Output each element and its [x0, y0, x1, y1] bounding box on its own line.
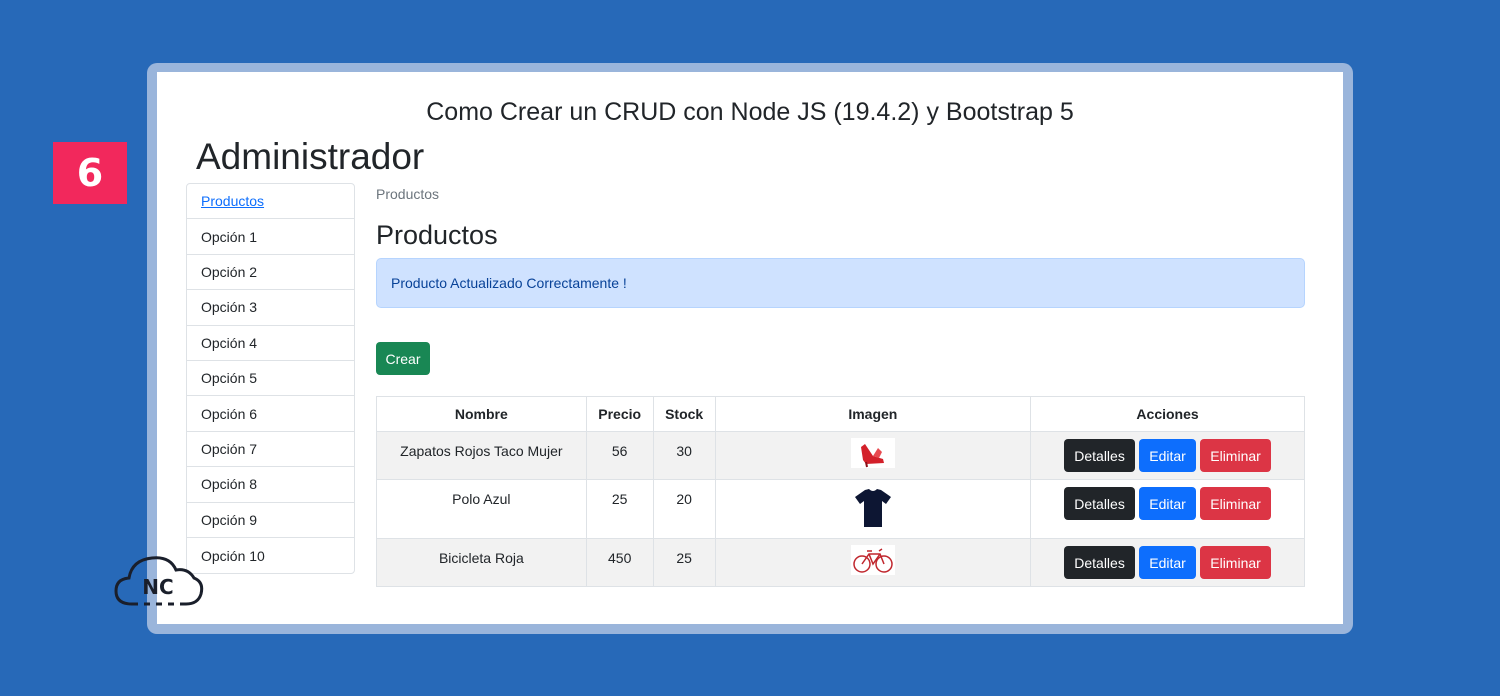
tutorial-title: Como Crear un CRUD con Node JS (19.4.2) …: [426, 98, 1074, 126]
page-title: Productos: [376, 220, 498, 250]
cell-imagen: [714, 479, 1032, 539]
cell-stock: 25: [652, 538, 716, 587]
sidebar-item-opcion-5[interactable]: Opción 5: [187, 361, 354, 397]
cell-imagen: [714, 431, 1032, 480]
cell-stock: 20: [652, 479, 716, 539]
details-button[interactable]: Detalles: [1064, 439, 1136, 472]
delete-button[interactable]: Eliminar: [1200, 439, 1272, 472]
sidebar-item-opcion-3[interactable]: Opción 3: [187, 290, 354, 326]
sidebar-item-opcion-4[interactable]: Opción 4: [187, 326, 354, 361]
success-alert: Producto Actualizado Correctamente !: [376, 258, 1305, 308]
cell-acciones: Detalles Editar Eliminar: [1030, 538, 1305, 587]
delete-button[interactable]: Eliminar: [1200, 487, 1272, 520]
nc-logo-text: NC: [142, 575, 173, 599]
cell-acciones: Detalles Editar Eliminar: [1030, 479, 1305, 539]
sidebar-item-opcion-9[interactable]: Opción 9: [187, 503, 354, 538]
admin-heading: Administrador: [196, 136, 425, 177]
edit-button[interactable]: Editar: [1139, 546, 1197, 579]
cell-nombre: Polo Azul: [376, 479, 587, 539]
sidebar-menu: Productos Opción 1 Opción 2 Opción 3 Opc…: [186, 183, 355, 575]
sidebar-item-opcion-2[interactable]: Opción 2: [187, 255, 354, 291]
column-header-stock: Stock: [652, 396, 716, 432]
cell-nombre: Zapatos Rojos Taco Mujer: [376, 431, 587, 480]
sidebar-item-opcion-10[interactable]: Opción 10: [187, 538, 354, 573]
details-button[interactable]: Detalles: [1064, 546, 1136, 579]
sidebar-item-opcion-1[interactable]: Opción 1: [187, 219, 354, 255]
red-bicycle-image: [850, 545, 895, 575]
table-row: Bicicleta Roja 450 25 Detalles Editar El…: [376, 538, 1305, 587]
blue-tshirt-image: [850, 486, 895, 530]
table-row: Polo Azul 25 20 Detalles Editar Eliminar: [376, 479, 1305, 539]
cell-precio: 56: [585, 431, 654, 480]
sidebar-item-opcion-6[interactable]: Opción 6: [187, 396, 354, 432]
details-button[interactable]: Detalles: [1064, 487, 1136, 520]
admin-page: Como Crear un CRUD con Node JS (19.4.2) …: [157, 72, 1343, 624]
sidebar-item-opcion-7[interactable]: Opción 7: [187, 432, 354, 468]
delete-button[interactable]: Eliminar: [1200, 546, 1272, 579]
step-badge: 6: [53, 142, 127, 204]
edit-button[interactable]: Editar: [1139, 439, 1197, 472]
cell-stock: 30: [652, 431, 716, 480]
column-header-acciones: Acciones: [1030, 396, 1305, 432]
cell-nombre: Bicicleta Roja: [376, 538, 587, 587]
products-table: Nombre Precio Stock Imagen Acciones Zapa…: [376, 396, 1305, 587]
edit-button[interactable]: Editar: [1139, 487, 1197, 520]
table-row: Zapatos Rojos Taco Mujer 56 30 Detalles: [376, 431, 1305, 480]
red-shoe-image: [850, 438, 895, 468]
cell-imagen: [714, 538, 1032, 587]
column-header-imagen: Imagen: [714, 396, 1032, 432]
nc-cloud-logo: NC: [114, 556, 204, 606]
column-header-nombre: Nombre: [376, 396, 587, 432]
cell-precio: 25: [585, 479, 654, 539]
sidebar-item-opcion-8[interactable]: Opción 8: [187, 467, 354, 503]
cell-precio: 450: [585, 538, 654, 587]
column-header-precio: Precio: [585, 396, 654, 432]
table-header-row: Nombre Precio Stock Imagen Acciones: [376, 396, 1305, 432]
cell-acciones: Detalles Editar Eliminar: [1030, 431, 1305, 480]
breadcrumb: Productos: [376, 186, 440, 202]
create-button[interactable]: Crear: [376, 342, 430, 375]
sidebar-item-productos[interactable]: Productos: [187, 184, 354, 220]
